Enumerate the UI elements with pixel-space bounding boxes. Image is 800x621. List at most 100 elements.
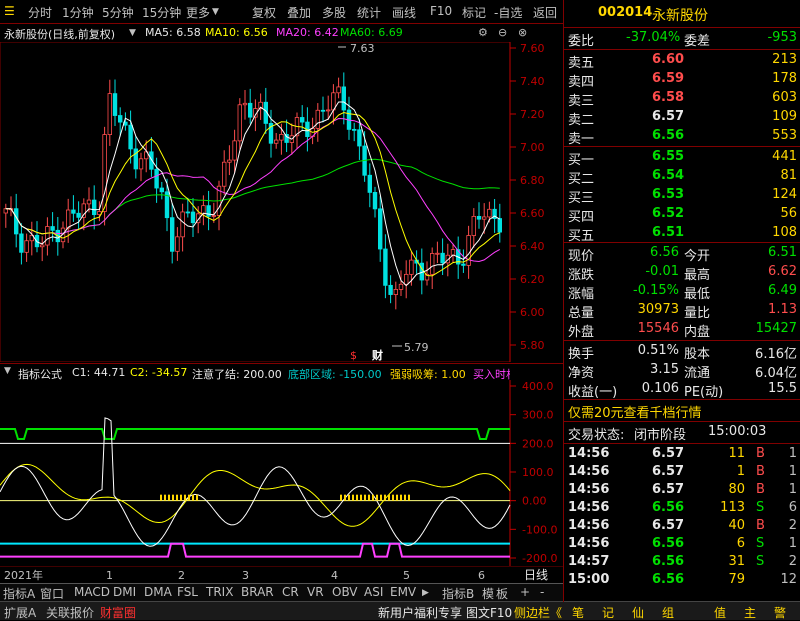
note-icon[interactable]: 笔	[572, 604, 584, 621]
bid-row[interactable]: 买一 6.55 441	[564, 148, 800, 168]
promo-link[interactable]: 仅需20元查看千档行情	[568, 402, 702, 421]
tab-dma[interactable]: DMA	[144, 585, 172, 599]
stat-row: 涨幅 -0.15% 最低 6.49	[564, 282, 800, 302]
tab-brar[interactable]: BRAR	[241, 585, 274, 599]
tab-template-a[interactable]: 模	[482, 585, 494, 602]
expand-a-button[interactable]: 扩展A	[4, 604, 36, 621]
ask-row[interactable]: 卖二 6.57 109	[564, 108, 800, 128]
tab-dmi[interactable]: DMI	[113, 585, 136, 599]
tab-template-b[interactable]: 板	[496, 585, 508, 602]
tick-price: 6.56	[652, 572, 685, 587]
stat-value: 6.56	[650, 245, 679, 260]
tab-macd[interactable]: MACD	[74, 585, 110, 599]
tab-5min[interactable]: 5分钟	[102, 4, 134, 21]
tick-direction: B	[756, 482, 765, 497]
fuquan-button[interactable]: 复权	[252, 4, 276, 21]
indicator-chart[interactable]: 400.0 300.0 200.0 100.0 0.00 -100.0 -200.0	[0, 380, 563, 566]
bid-row[interactable]: 买二 6.54 81	[564, 167, 800, 187]
ask-row[interactable]: 卖一 6.56 553	[564, 127, 800, 147]
ask-row[interactable]: 卖三 6.58 603	[564, 89, 800, 109]
tab-emv[interactable]: EMV	[390, 585, 416, 599]
draw-line-button[interactable]: 画线	[392, 4, 416, 21]
tick-price: 6.56	[652, 554, 685, 569]
tab-asi[interactable]: ASI	[364, 585, 383, 599]
more-button[interactable]: 更多	[186, 4, 210, 21]
bid-price: 6.53	[652, 187, 685, 202]
tab-vr[interactable]: VR	[307, 585, 324, 599]
main-icon[interactable]: 主	[744, 604, 756, 621]
settings-icon[interactable]: ⚙	[478, 26, 488, 39]
tick-count: 1	[788, 536, 797, 551]
stat-label: 今开	[684, 249, 711, 264]
tick-volume: 6	[736, 536, 745, 551]
value-icon[interactable]: 值	[714, 604, 726, 621]
bid-price: 6.51	[652, 225, 685, 240]
bid-volume: 441	[772, 149, 797, 164]
add-window-button[interactable]: +	[520, 585, 530, 599]
date-axis: 2021年 1 2 3 4 5 6 日线	[0, 566, 563, 582]
sidebar-toggle[interactable]: 侧边栏《	[514, 604, 562, 621]
tab-fenshi[interactable]: 分时	[28, 4, 52, 21]
statusbar: 扩展A 关联报价 财富圈 新用户福利专享 图文F10 侧边栏《 笔 记 仙 组 …	[0, 601, 800, 620]
period-label[interactable]: 日线	[524, 568, 548, 582]
tick-row: 14:56 6.56 6 S 1	[564, 535, 800, 555]
ask-row[interactable]: 卖五 6.60 213	[564, 51, 800, 71]
remove-favorite-button[interactable]: -自选	[494, 4, 522, 21]
f10-button[interactable]: F10	[430, 4, 452, 18]
chevron-down-icon[interactable]: ▼	[4, 366, 11, 376]
chevron-down-icon: ▼	[212, 7, 219, 17]
new-user-welfare-link[interactable]: 新用户福利专享	[378, 604, 462, 621]
minus-icon[interactable]: ⊖	[498, 26, 507, 39]
tab-indicator-b[interactable]: 指标B	[442, 585, 474, 602]
alert-icon[interactable]: 警	[774, 604, 786, 621]
tab-fsl[interactable]: FSL	[177, 585, 198, 599]
remove-window-button[interactable]: -	[540, 585, 544, 599]
tick-price: 6.56	[652, 536, 685, 551]
chevron-right-icon[interactable]: ▶	[422, 588, 429, 598]
tab-window[interactable]: 窗口	[40, 585, 64, 602]
event-marker-s[interactable]: $	[350, 349, 357, 362]
strength-bar	[344, 494, 346, 501]
menu-icon[interactable]: ☰	[4, 4, 15, 18]
month-label: 2	[178, 569, 185, 582]
ask-row[interactable]: 卖四 6.59 178	[564, 70, 800, 90]
tick-direction: S	[756, 500, 765, 515]
promo-row[interactable]: 仅需20元查看千档行情	[564, 401, 800, 421]
strength-bar	[188, 494, 190, 501]
strength-bar	[388, 494, 390, 501]
tick-volume: 11	[728, 446, 745, 461]
price-tick-label: 7.60	[520, 42, 545, 55]
close-icon[interactable]: ⊗	[518, 26, 527, 39]
bid-row[interactable]: 买五 6.51 108	[564, 224, 800, 244]
quote-panel: 002014 永新股份 委比 -37.04% 委差 -953 卖五 6.60 213…	[563, 0, 800, 602]
tab-1min[interactable]: 1分钟	[62, 4, 94, 21]
wealth-circle-button[interactable]: 财富圈	[100, 604, 136, 621]
strength-bar	[356, 494, 358, 501]
related-quotes-button[interactable]: 关联报价	[46, 604, 94, 621]
fundamental-value: 15.5	[768, 381, 797, 396]
bid-price: 6.54	[652, 168, 685, 183]
tab-obv[interactable]: OBV	[332, 585, 358, 599]
overlay-button[interactable]: 叠加	[287, 4, 311, 21]
tab-cr[interactable]: CR	[282, 585, 299, 599]
mark-button[interactable]: 标记	[462, 4, 486, 21]
bid-volume: 124	[772, 187, 797, 202]
price-tick-label: 6.40	[520, 240, 545, 253]
record-icon[interactable]: 记	[602, 604, 614, 621]
multi-stock-button[interactable]: 多股	[322, 4, 346, 21]
tab-15min[interactable]: 15分钟	[142, 4, 181, 21]
event-marker-cai[interactable]: 财	[371, 348, 383, 362]
tick-row: 14:56 6.56 113 S 6	[564, 499, 800, 519]
group-icon[interactable]: 组	[662, 604, 674, 621]
bid-row[interactable]: 买四 6.52 56	[564, 205, 800, 225]
back-button[interactable]: 返回	[533, 4, 557, 21]
immortal-icon[interactable]: 仙	[632, 604, 644, 621]
tab-trix[interactable]: TRIX	[206, 585, 233, 599]
bid-row[interactable]: 买三 6.53 124	[564, 186, 800, 206]
indicator-tick-label: 300.0	[522, 409, 554, 422]
chevron-down-icon[interactable]: ▼	[129, 28, 136, 38]
stats-button[interactable]: 统计	[357, 4, 381, 21]
tab-indicator-a[interactable]: 指标A	[3, 585, 35, 602]
f10-graphic-button[interactable]: 图文F10	[466, 604, 512, 621]
price-chart[interactable]: 7.60 7.40 7.20 7.00 6.80 6.60 6.40 6.20 6.00 5.80…	[0, 42, 563, 362]
